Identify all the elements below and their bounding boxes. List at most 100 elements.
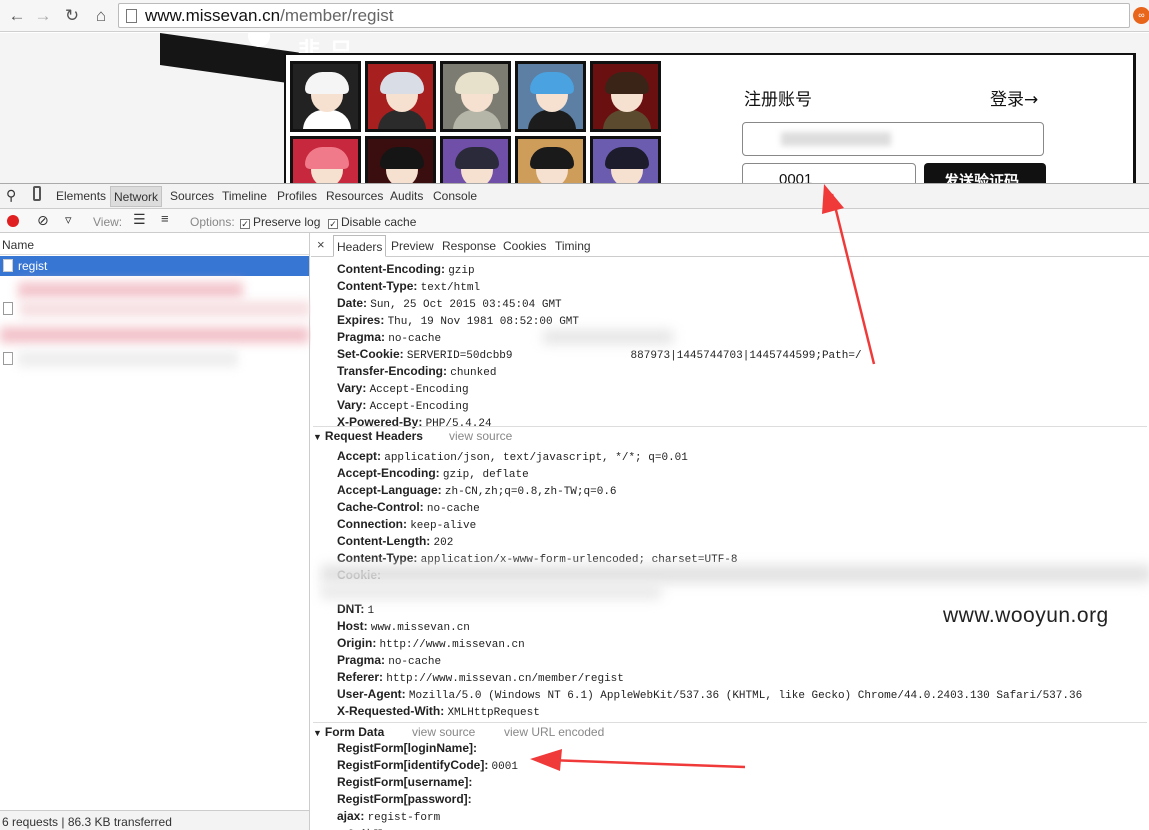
request-header-row: Connection: keep-alive	[337, 517, 476, 534]
preserve-log-checkbox[interactable]: ✓ Preserve log	[240, 215, 320, 229]
request-row[interactable]	[0, 281, 309, 299]
avatar-body	[528, 110, 576, 129]
tab-headers[interactable]: Headers	[333, 235, 387, 257]
avatar-body	[453, 110, 501, 129]
avatar-thumbnail[interactable]	[440, 61, 511, 132]
request-row[interactable]	[0, 350, 309, 368]
header-key: ajax:	[337, 809, 365, 823]
avatar-thumbnail[interactable]	[440, 136, 511, 183]
header-key: Content-Length:	[337, 534, 431, 548]
header-value: no-cache	[388, 656, 442, 668]
avatar-thumbnail[interactable]	[290, 61, 361, 132]
tab-response[interactable]: Response	[442, 239, 496, 253]
detail-tabbar: × Headers Preview Response Cookies Timin…	[311, 233, 1149, 257]
verification-code-input[interactable]: 0001	[742, 163, 916, 183]
header-key: Host:	[337, 619, 368, 633]
response-header-row: Transfer-Encoding: chunked	[337, 364, 496, 381]
header-value: Thu, 19 Nov 1981 08:52:00 GMT	[387, 316, 579, 328]
header-value: gzip	[448, 265, 475, 277]
request-details: × Headers Preview Response Cookies Timin…	[311, 233, 1149, 830]
tab-audits[interactable]: Audits	[390, 189, 423, 203]
home-icon[interactable]: ⌂	[90, 5, 112, 27]
form-data-row: yt0: 注册	[337, 826, 384, 830]
header-value: http://www.missevan.cn/member/regist	[386, 673, 624, 685]
devtools-tabbar: ⚲ Elements Network Sources Timeline Prof…	[0, 184, 1149, 209]
checkbox-checked-icon[interactable]: ✓	[328, 219, 338, 229]
avatar-thumbnail[interactable]	[290, 136, 361, 183]
record-icon[interactable]	[7, 215, 19, 227]
login-link[interactable]: 登录→	[990, 85, 1038, 110]
filter-icon[interactable]: ▿	[65, 212, 72, 228]
address-bar[interactable]: www.missevan.cn/member/regist	[118, 3, 1130, 28]
request-row[interactable]	[0, 300, 310, 318]
avatar-thumbnail[interactable]	[590, 136, 661, 183]
name-column-header[interactable]: Name	[0, 233, 309, 255]
response-header-row: Set-Cookie: SERVERID=50dcbb9 887973|14457…	[337, 347, 862, 364]
send-code-button[interactable]: 发送验证码	[924, 163, 1046, 183]
request-row[interactable]	[0, 326, 309, 344]
webpage-viewport: 非只 注册账号 登录→ 0001 发送验证码	[0, 33, 1149, 183]
tab-profiles[interactable]: Profiles	[277, 189, 317, 203]
response-header-row: Content-Encoding: gzip	[337, 262, 475, 279]
header-value: gzip, deflate	[442, 469, 529, 481]
network-toolbar: ⊘ ▿ View: ☰ ≡ Options: ✓ Preserve log ✓ Di…	[0, 209, 1149, 233]
form-data-row: RegistForm[password]:	[337, 792, 472, 809]
expand-triangle-icon[interactable]: ▼	[313, 728, 322, 738]
header-key: Accept-Language:	[337, 483, 442, 497]
tab-timeline[interactable]: Timeline	[222, 189, 267, 203]
forward-arrow-icon[interactable]: →	[32, 5, 54, 27]
tab-network[interactable]: Network	[110, 186, 163, 207]
avatar-thumbnail[interactable]	[365, 61, 436, 132]
avatar-thumbnail[interactable]	[515, 61, 586, 132]
reload-icon[interactable]: ↻	[61, 5, 83, 27]
avatar-thumbnail[interactable]	[365, 136, 436, 183]
header-key: Referer:	[337, 670, 384, 684]
request-header-row: Content-Length: 202	[337, 534, 453, 551]
close-icon[interactable]: ×	[317, 237, 325, 252]
header-key: DNT:	[337, 602, 365, 616]
header-value: http://www.missevan.cn	[379, 639, 525, 651]
url-text[interactable]: www.missevan.cn/member/regist	[145, 6, 393, 26]
form-data-row: RegistForm[username]:	[337, 775, 472, 792]
tab-elements[interactable]: Elements	[56, 189, 106, 203]
disable-cache-checkbox[interactable]: ✓ Disable cache	[328, 215, 416, 229]
header-value: regist-form	[367, 812, 441, 824]
tab-sources[interactable]: Sources	[170, 189, 214, 203]
header-key: Vary:	[337, 398, 367, 412]
tab-resources[interactable]: Resources	[326, 189, 383, 203]
device-mode-icon[interactable]	[33, 186, 41, 201]
tab-console[interactable]: Console	[433, 189, 477, 203]
back-arrow-icon[interactable]: ←	[6, 5, 28, 27]
request-row-selected[interactable]: regist	[0, 256, 309, 276]
header-key: Accept-Encoding:	[337, 466, 440, 480]
header-key: Transfer-Encoding:	[337, 364, 448, 378]
overview-icon[interactable]: ≡	[161, 211, 169, 226]
file-icon	[3, 302, 13, 315]
view-source-link[interactable]: view source	[412, 725, 475, 739]
redacted-value	[18, 282, 243, 298]
checkbox-checked-icon[interactable]: ✓	[240, 219, 250, 229]
extension-icon[interactable]: ∞	[1133, 7, 1149, 24]
tab-preview[interactable]: Preview	[391, 239, 434, 253]
list-view-icon[interactable]: ☰	[133, 211, 146, 228]
request-header-row: User-Agent: Mozilla/5.0 (Windows NT 6.1)…	[337, 687, 1082, 704]
header-key: Content-Encoding:	[337, 262, 445, 276]
redacted-setcookie	[543, 330, 673, 344]
header-value: chunked	[450, 367, 497, 379]
inspect-icon[interactable]: ⚲	[6, 187, 16, 204]
expand-triangle-icon[interactable]: ▼	[313, 432, 322, 442]
request-headers-section[interactable]: ▼ Request Headers view source	[313, 426, 1147, 443]
response-header-row: Vary: Accept-Encoding	[337, 381, 469, 398]
avatar-thumbnail[interactable]	[515, 136, 586, 183]
tab-cookies[interactable]: Cookies	[503, 239, 546, 253]
form-data-section[interactable]: ▼ Form Data view source view URL encoded	[313, 722, 1147, 739]
clear-icon[interactable]: ⊘	[37, 212, 49, 229]
view-source-link[interactable]: view source	[449, 429, 512, 443]
header-key: X-Requested-With:	[337, 704, 445, 718]
tab-timing[interactable]: Timing	[555, 239, 591, 253]
account-input[interactable]	[742, 122, 1044, 156]
avatar-thumbnail[interactable]	[590, 61, 661, 132]
header-key: Pragma:	[337, 653, 386, 667]
view-url-encoded-link[interactable]: view URL encoded	[504, 725, 604, 739]
header-key: RegistForm[password]:	[337, 792, 472, 806]
